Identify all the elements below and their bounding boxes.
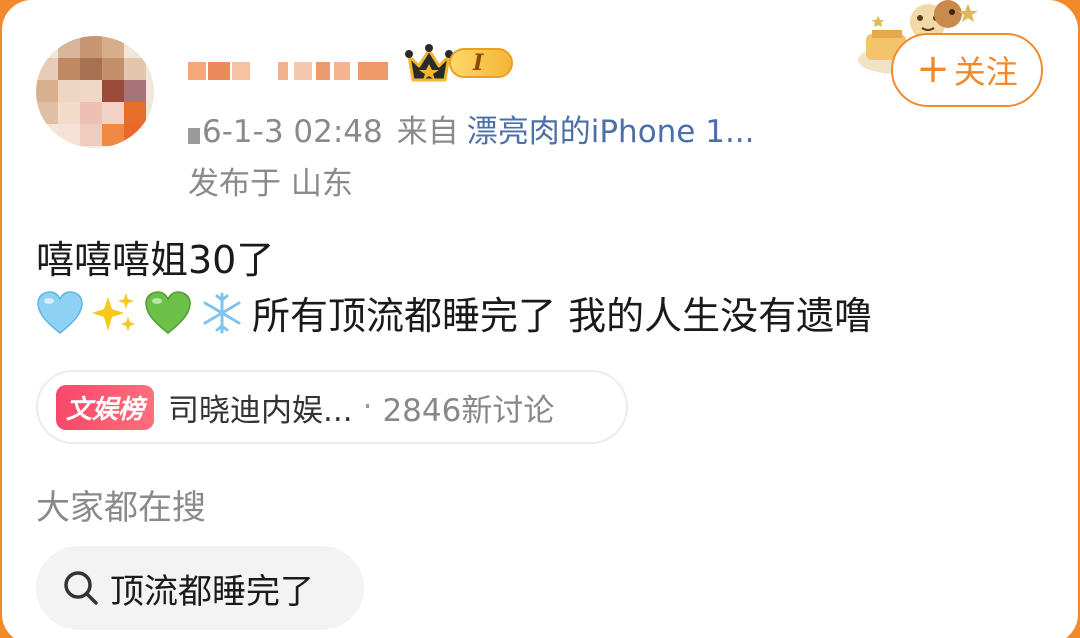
post-meta: 6-1-3 02:48 来自 漂亮肉的iPhone 1...	[188, 106, 755, 151]
avatar[interactable]	[36, 36, 154, 148]
search-heading: 大家都在搜	[36, 488, 206, 528]
topic-badge: 文娱榜	[56, 384, 155, 430]
username[interactable]	[188, 56, 398, 86]
snowflake-icon	[203, 292, 241, 334]
location-text: 发布于 山东	[188, 166, 353, 202]
post-text-line-2: 所有顶流都睡完了 我的人生没有遗噜	[36, 288, 872, 344]
sparkles-icon	[92, 293, 135, 331]
topic-chip[interactable]: 文娱榜 司晓迪内娱... · 2846新讨论	[36, 370, 628, 444]
crown-icon	[405, 44, 453, 82]
level-text: I	[473, 50, 484, 76]
from-label: 来自	[396, 114, 459, 150]
level-pill: I	[449, 48, 513, 78]
search-icon	[64, 571, 98, 605]
topic-separator: ·	[362, 389, 373, 425]
post-text-line-2-text: 所有顶流都睡完了 我的人生没有遗噜	[252, 294, 873, 338]
post-card: I 6-1-3 02:48 来自 漂亮肉的iPhone 1... 发布于 山东 + …	[0, 0, 1080, 638]
green-heart-icon	[145, 291, 191, 334]
plus-icon: +	[916, 45, 950, 92]
vip-level-badge[interactable]: I	[405, 42, 517, 86]
post-body: 嘻嘻嘻姐30了 所有顶流都睡完了 我的人生没有遗噜	[36, 232, 872, 344]
light-blue-heart-icon	[37, 291, 83, 334]
device-link[interactable]: 漂亮肉的iPhone 1...	[467, 114, 755, 150]
topic-name: 司晓迪内娱...	[168, 392, 353, 429]
search-query: 顶流都睡完了	[110, 571, 314, 612]
search-suggestion-chip[interactable]: 顶流都睡完了	[36, 546, 364, 630]
follow-label: 关注	[953, 53, 1018, 91]
post-text-line-1: 嘻嘻嘻姐30了	[36, 238, 275, 282]
follow-button[interactable]: + 关注	[891, 33, 1043, 107]
timestamp-mask	[188, 128, 200, 144]
topic-count: 2846新讨论	[382, 392, 555, 429]
timestamp: 6-1-3 02:48	[202, 114, 383, 150]
